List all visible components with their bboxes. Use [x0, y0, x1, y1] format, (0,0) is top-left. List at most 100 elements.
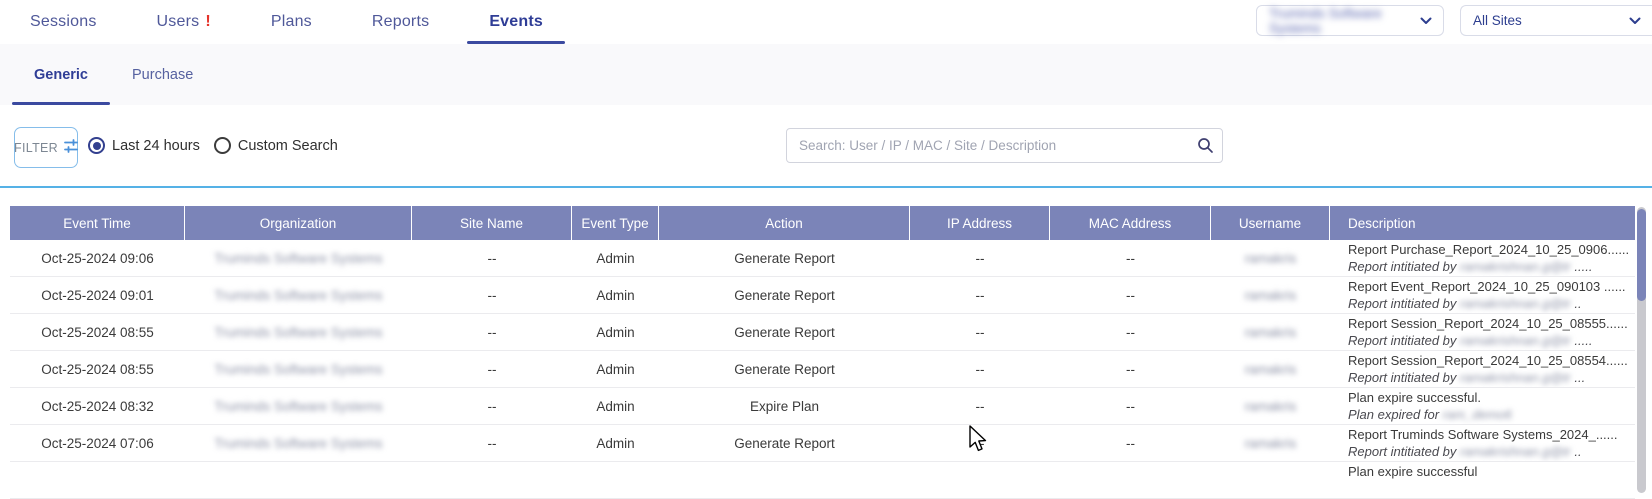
column-header-event-time[interactable]: Event Time [10, 206, 185, 240]
description-line-2: Report intitiated by ramakrishnan.g@tr .… [1348, 259, 1635, 276]
radio-last-24-hours[interactable]: Last 24 hours [88, 137, 200, 154]
cell-description: Report Session_Report_2024_10_25_08554..… [1330, 351, 1635, 387]
cell-description: Report Truminds Software Systems_2024_..… [1330, 425, 1635, 461]
description-line-1: Plan expire successful. [1348, 390, 1635, 407]
tab-users-label: Users [157, 13, 200, 31]
search-input[interactable] [787, 138, 1188, 153]
cell-site-name: -- [412, 240, 572, 276]
cell-action: Generate Report [659, 351, 910, 387]
cell-ip-address: -- [910, 351, 1050, 387]
cell-event-time: Oct-25-2024 08:32 [10, 388, 185, 424]
column-header-description[interactable]: Description [1330, 206, 1635, 240]
tab-users[interactable]: Users! [127, 0, 241, 44]
table-row[interactable]: Oct-25-2024 09:01 Truminds Software Syst… [10, 277, 1635, 314]
description-line-2: Plan expired for ram_demo6 [1348, 407, 1635, 424]
cell-ip-address: -- [910, 425, 1050, 461]
cell-description: Report Session_Report_2024_10_25_08555..… [1330, 314, 1635, 350]
events-table: Event TimeOrganizationSite NameEvent Typ… [10, 206, 1635, 499]
cell-event-type: Admin [572, 277, 659, 313]
cell-site-name: -- [412, 314, 572, 350]
tab-sessions-label: Sessions [30, 13, 97, 31]
organization-dropdown[interactable]: Truminds Software Systems [1256, 5, 1444, 36]
cell-event-type: Admin [572, 388, 659, 424]
tab-plans[interactable]: Plans [241, 0, 342, 44]
table-row[interactable]: Oct-25-2024 09:06 Truminds Software Syst… [10, 240, 1635, 277]
filter-button-label: FILTER [14, 141, 58, 155]
description-line-2: Report intitiated by ramakrishnan.g@tr .… [1348, 444, 1635, 461]
cell-description: Report Purchase_Report_2024_10_25_0906..… [1330, 240, 1635, 276]
cell-event-type: Admin [572, 240, 659, 276]
cell-action: Generate Report [659, 425, 910, 461]
cell-mac-address: -- [1050, 277, 1211, 313]
search-box [786, 128, 1223, 163]
cell-ip-address: -- [910, 388, 1050, 424]
description-line-1: Plan expire successful [1348, 464, 1635, 481]
cell-username: ramakris [1211, 240, 1330, 276]
column-header-site-name[interactable]: Site Name [412, 206, 572, 240]
tab-events[interactable]: Events [459, 0, 573, 44]
radio-selected-icon[interactable] [88, 137, 105, 154]
description-line-2: Report intitiated by ramakrishnan.g@tr .… [1348, 296, 1635, 313]
filter-toolbar: FILTER Last 24 hours Custom Search [0, 105, 1652, 186]
radio-custom-search[interactable]: Custom Search [214, 137, 338, 154]
cell-event-time: Oct-25-2024 09:06 [10, 240, 185, 276]
cell-site-name: -- [412, 277, 572, 313]
cell-mac-address: -- [1050, 314, 1211, 350]
search-icon[interactable] [1188, 137, 1222, 154]
chevron-down-icon [1420, 15, 1431, 26]
cell-organization: Truminds Software Systems [185, 240, 412, 276]
cell-action: Expire Plan [659, 388, 910, 424]
cell-ip-address: -- [910, 314, 1050, 350]
table-row[interactable]: Plan expire successful [10, 462, 1635, 499]
top-nav-bar: Sessions Users! Plans Reports Events Tru… [0, 0, 1652, 44]
vertical-scrollbar-thumb[interactable] [1637, 209, 1646, 301]
tab-sessions[interactable]: Sessions [0, 0, 127, 44]
cell-organization: Truminds Software Systems [185, 425, 412, 461]
table-row[interactable]: Oct-25-2024 07:06 Truminds Software Syst… [10, 425, 1635, 462]
table-row[interactable]: Oct-25-2024 08:32 Truminds Software Syst… [10, 388, 1635, 425]
description-line-1: Report Session_Report_2024_10_25_08554..… [1348, 353, 1635, 370]
cell-username: ramakris [1211, 425, 1330, 461]
column-header-action[interactable]: Action [659, 206, 910, 240]
column-header-event-type[interactable]: Event Type [572, 206, 659, 240]
table-row[interactable]: Oct-25-2024 08:55 Truminds Software Syst… [10, 351, 1635, 388]
column-header-ip-address[interactable]: IP Address [910, 206, 1050, 240]
tab-events-label: Events [489, 13, 543, 31]
cell-mac-address: -- [1050, 240, 1211, 276]
cell-event-type: Admin [572, 425, 659, 461]
cell-event-time: Oct-25-2024 08:55 [10, 351, 185, 387]
description-line-2: Report intitiated by ramakrishnan.g@tr .… [1348, 333, 1635, 350]
table-row[interactable]: Oct-25-2024 08:55 Truminds Software Syst… [10, 314, 1635, 351]
cell-organization: Truminds Software Systems [185, 388, 412, 424]
cell-description: Report Event_Report_2024_10_25_090103 ..… [1330, 277, 1635, 313]
main-tabs: Sessions Users! Plans Reports Events [0, 0, 573, 44]
description-line-1: Report Truminds Software Systems_2024_..… [1348, 427, 1635, 444]
section-divider [0, 186, 1652, 188]
users-alert-badge: ! [205, 13, 211, 31]
tab-reports[interactable]: Reports [342, 0, 459, 44]
subtab-purchase[interactable]: Purchase [110, 44, 215, 105]
sliders-icon [64, 139, 78, 156]
filter-button[interactable]: FILTER [14, 127, 78, 168]
cell-username: ramakris [1211, 314, 1330, 350]
cell-ip-address: -- [910, 240, 1050, 276]
cell-site-name: -- [412, 351, 572, 387]
cell-organization: Truminds Software Systems [185, 277, 412, 313]
description-line-1: Report Session_Report_2024_10_25_08555..… [1348, 316, 1635, 333]
cell-event-time: Oct-25-2024 09:01 [10, 277, 185, 313]
description-line-1: Report Purchase_Report_2024_10_25_0906..… [1348, 242, 1635, 259]
nav-right-controls: Truminds Software Systems All Sites [1256, 5, 1652, 36]
radio-unselected-icon[interactable] [214, 137, 231, 154]
cell-mac-address: -- [1050, 351, 1211, 387]
cell-username: ramakris [1211, 277, 1330, 313]
subtab-generic[interactable]: Generic [12, 44, 110, 105]
column-header-mac-address[interactable]: MAC Address [1050, 206, 1211, 240]
radio-custom-search-label: Custom Search [238, 138, 338, 154]
cell-description: Plan expire successful. Plan expired for… [1330, 388, 1635, 424]
table-body: Oct-25-2024 09:06 Truminds Software Syst… [10, 240, 1635, 499]
column-header-username[interactable]: Username [1211, 206, 1330, 240]
column-header-organization[interactable]: Organization [185, 206, 412, 240]
cell-site-name: -- [412, 388, 572, 424]
tab-plans-label: Plans [271, 13, 312, 31]
sites-dropdown[interactable]: All Sites [1460, 5, 1652, 36]
